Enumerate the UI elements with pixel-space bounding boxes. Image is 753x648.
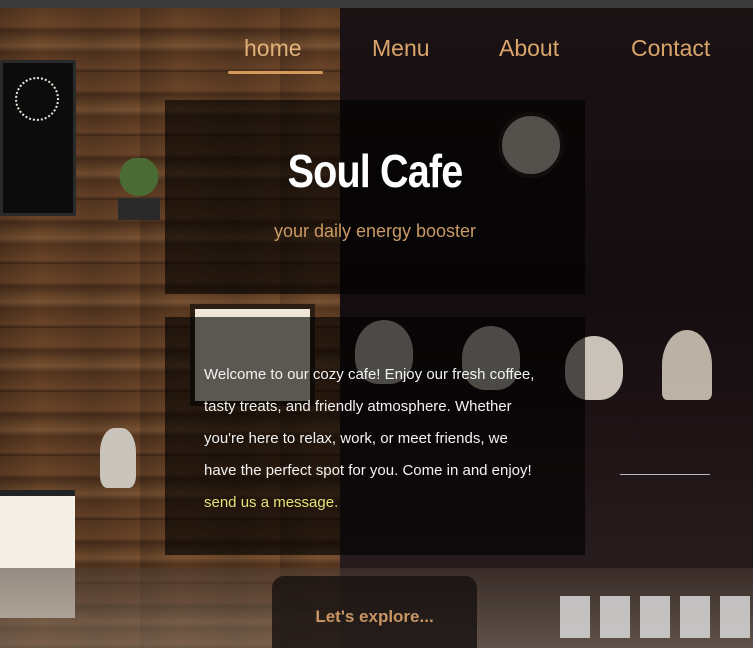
welcome-body: Welcome to our cozy cafe! Enjoy our fres… [204,366,535,479]
browser-top-strip [0,0,753,8]
espresso-machine [620,448,710,475]
hero-panel: Soul Cafe your daily energy booster [165,100,585,294]
tagline: your daily energy booster [273,221,477,241]
explore-box: Let's explore... [272,576,477,648]
nav-home-link[interactable]: home [244,34,302,68]
dandelion-picture [0,60,76,216]
nav-contact-link[interactable]: Contact [631,34,710,68]
nav-about-link[interactable]: About [499,34,559,68]
welcome-text: Welcome to our cozy cafe! Enjoy our fres… [204,359,539,519]
flower-vase [100,428,136,488]
plant-pot [118,158,160,220]
leaf-art-decor [662,330,712,400]
cups-row [560,596,750,638]
active-nav-underline [228,71,323,74]
main-nav: home Menu About Contact [0,34,753,74]
page-title: Soul Cafe [287,145,464,197]
welcome-panel: Welcome to our cozy cafe! Enjoy our fres… [165,317,585,555]
send-message-link[interactable]: send us a message. [204,494,338,511]
nav-menu-link[interactable]: Menu [372,34,430,68]
explore-button[interactable]: Let's explore... [272,604,477,630]
